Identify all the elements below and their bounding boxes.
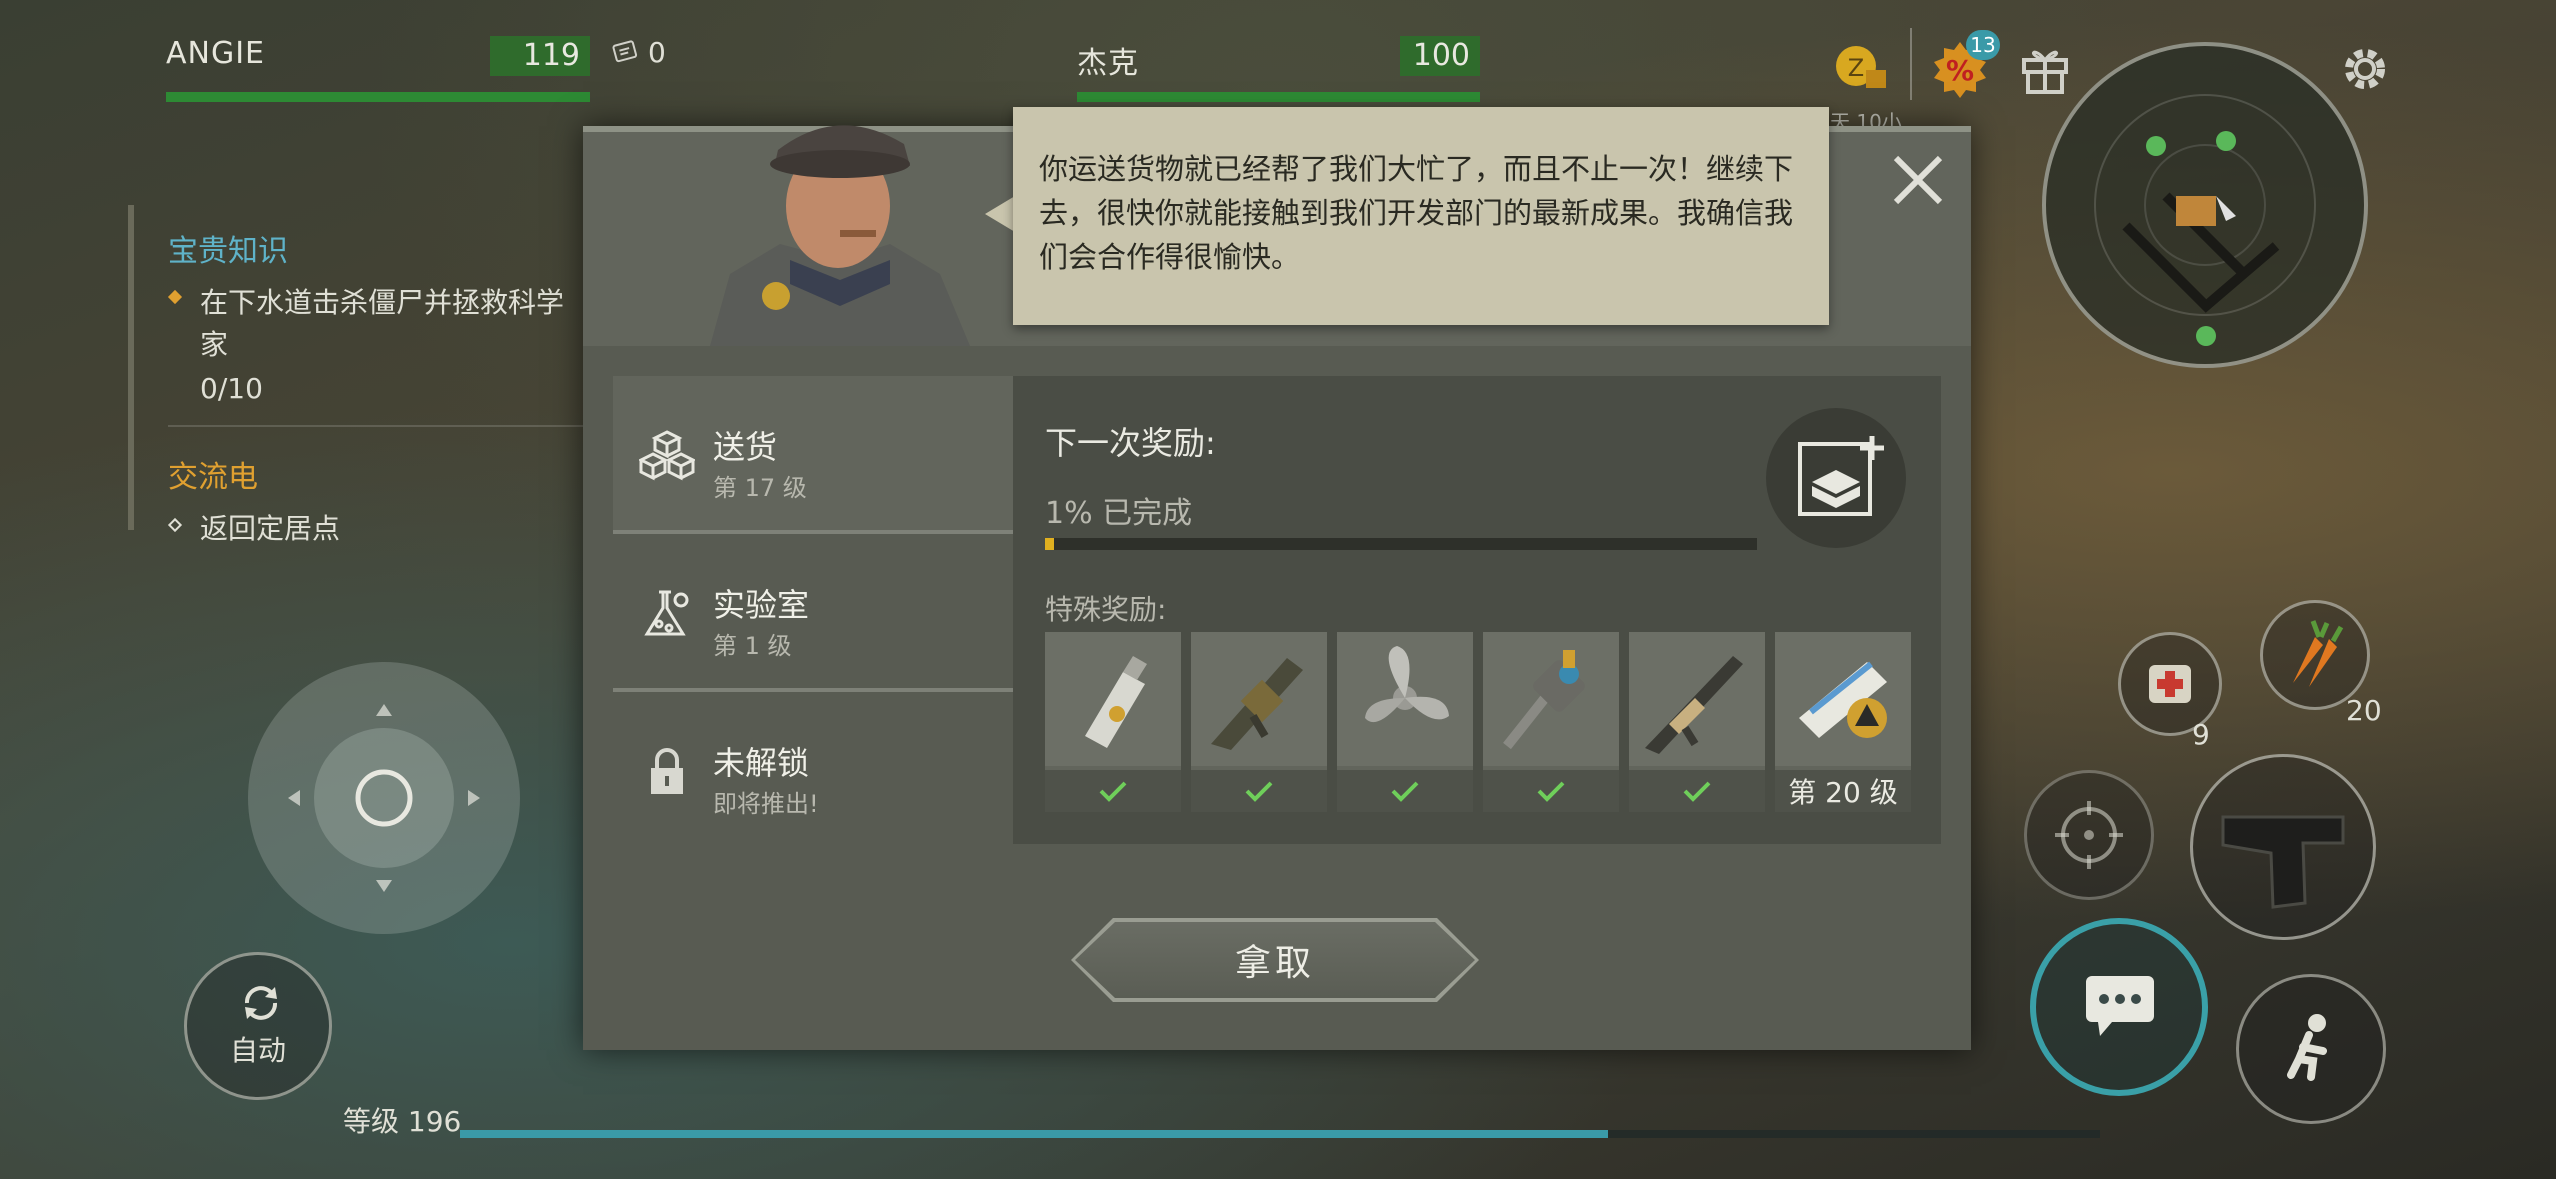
npc-portrait	[690, 84, 990, 346]
season-pass-icon[interactable]: Z	[1832, 38, 1892, 98]
joystick[interactable]	[248, 662, 520, 934]
auto-button[interactable]: 自动	[184, 952, 332, 1100]
next-reward-chest[interactable]	[1766, 408, 1906, 548]
player1-hp-bar	[166, 92, 590, 102]
tab-laboratory[interactable]: 实验室 第 1 级	[613, 534, 1013, 688]
tab-laboratory-level: 第 1 级	[713, 632, 792, 660]
weapon-pistol-button[interactable]	[2190, 754, 2376, 940]
quest1-title[interactable]: 宝贵知识	[168, 226, 288, 270]
player2-name: 杰克	[1077, 46, 1139, 81]
speech-tail	[985, 196, 1015, 232]
assault-rifle-icon	[1645, 656, 1743, 754]
reward-slot-4[interactable]	[1483, 632, 1619, 812]
quest1-task: 在下水道击杀僵尸并拯救科学家	[200, 286, 565, 361]
xp-fill	[460, 1130, 1608, 1138]
keycard-icon	[1085, 656, 1147, 748]
svg-text:Z: Z	[1848, 54, 1864, 82]
boxes-icon	[639, 430, 695, 481]
reward-slot-2[interactable]	[1191, 632, 1327, 812]
blueprint-scroll-icon	[1799, 661, 1887, 738]
chat-bubble-icon	[2086, 976, 2154, 1036]
chat-button[interactable]	[2030, 918, 2208, 1096]
tab-locked-title: 未解锁	[713, 744, 810, 782]
quest1-bullet	[167, 289, 183, 305]
aim-button[interactable]	[2024, 770, 2154, 900]
lock-icon	[651, 748, 683, 794]
sneak-button[interactable]	[2236, 974, 2386, 1124]
quest2-title[interactable]: 交流电	[168, 452, 258, 496]
player2-hp-bar	[1077, 92, 1480, 102]
hud-divider	[1910, 28, 1912, 100]
propeller-icon	[1365, 646, 1449, 723]
carrot-count: 20	[2346, 694, 2382, 727]
coupon-icon	[612, 38, 640, 66]
grenade-launcher-icon	[1211, 658, 1303, 750]
reward-box-icon	[1798, 436, 1884, 516]
quest2-bullet	[167, 517, 183, 533]
reward-slot-1[interactable]	[1045, 632, 1181, 812]
special-rewards-label: 特殊奖励:	[1045, 593, 1167, 626]
take-button[interactable]: 拿取	[1075, 922, 1475, 998]
progress-fill	[1045, 538, 1054, 550]
check-icon	[1683, 781, 1711, 802]
tab-locked[interactable]: 未解锁 即将推出!	[613, 692, 1013, 844]
auto-label: 自动	[229, 1034, 286, 1067]
quest2-task: 返回定居点	[200, 512, 341, 545]
svg-text:%: %	[1946, 54, 1974, 87]
tab-laboratory-title: 实验室	[713, 586, 810, 624]
reward-slot-3[interactable]	[1337, 632, 1473, 812]
quest-divider	[168, 425, 588, 427]
check-icon	[1537, 781, 1565, 802]
progress-label: 1% 已完成	[1045, 496, 1193, 531]
next-reward-label: 下一次奖励:	[1045, 424, 1216, 462]
drill-gun-icon	[1503, 650, 1585, 750]
tab-column: 送货 第 17 级 实验室 第 1 级 未解锁 即将推出!	[613, 376, 1013, 844]
pistol-icon	[2221, 815, 2345, 909]
medkit-count: 9	[2192, 718, 2210, 751]
check-icon	[1245, 781, 1273, 802]
player2-hp: 100	[1400, 36, 1480, 76]
tab-delivery-level: 第 17 级	[713, 474, 807, 502]
quest-panel-line	[128, 205, 134, 530]
tab-delivery-title: 送货	[713, 428, 778, 466]
reward-slot-6-level: 第 20 级	[1775, 770, 1911, 812]
reward-slot-6[interactable]: 第 20 级	[1775, 632, 1911, 812]
tab-delivery[interactable]: 送货 第 17 级	[613, 376, 1013, 530]
settings-gear-icon[interactable]	[2336, 40, 2394, 98]
progress-track	[1045, 538, 1757, 550]
tab-locked-subtitle: 即将推出!	[713, 790, 819, 818]
check-icon	[1391, 781, 1419, 802]
minimap[interactable]	[2042, 42, 2368, 368]
player1-name: ANGIE	[166, 36, 266, 71]
flask-icon	[644, 590, 689, 636]
reward-slot-5[interactable]	[1629, 632, 1765, 812]
quest1-progress: 0/10	[200, 372, 263, 405]
npc-speech: 你运送货物就已经帮了我们大忙了，而且不止一次！继续下去，很快你就能接触到我们开发…	[1013, 107, 1829, 325]
close-button[interactable]	[1888, 150, 1948, 210]
check-icon	[1099, 781, 1127, 802]
close-icon	[1893, 155, 1943, 205]
player1-hp: 119	[490, 36, 590, 76]
crouch-icon	[2287, 1014, 2327, 1081]
refresh-icon	[245, 986, 277, 1020]
coupon-count: 0	[648, 36, 666, 69]
player-level: 等级 196	[343, 1105, 462, 1138]
discount-badge: 13	[1966, 30, 2000, 60]
